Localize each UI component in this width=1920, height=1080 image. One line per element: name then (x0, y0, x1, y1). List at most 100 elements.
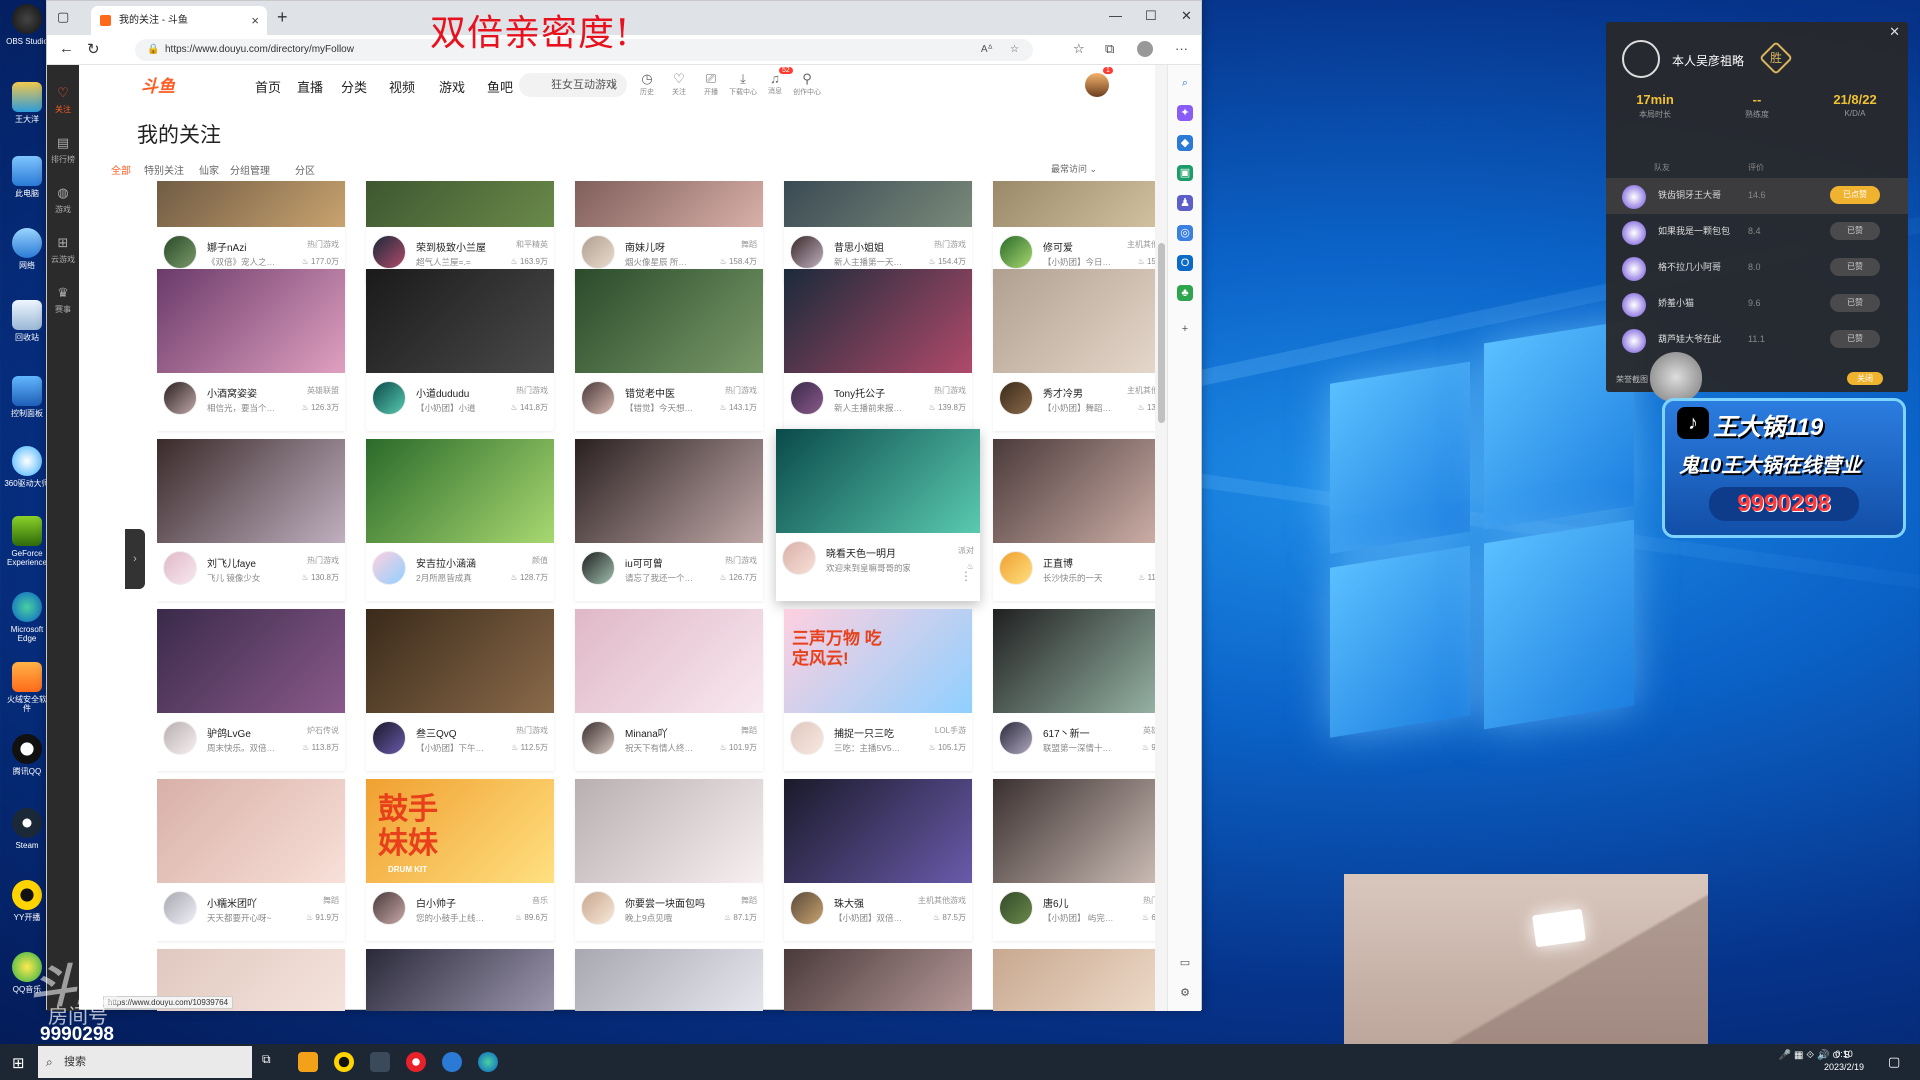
streamer-avatar[interactable] (581, 891, 615, 925)
follow-button[interactable]: ♡ 关注 (665, 71, 693, 97)
games-icon[interactable]: ♟ (1177, 195, 1193, 211)
edge-icon[interactable] (478, 1052, 498, 1072)
desktop-icon[interactable]: 控制面板 (4, 376, 50, 418)
stream-card[interactable]: ♨ (575, 949, 763, 1011)
download-button[interactable]: ⤓ 下载中心 (729, 71, 757, 97)
desktop-icon[interactable]: 网络 (4, 228, 50, 270)
taskbar-search[interactable]: ⌕ 搜索 (38, 1046, 252, 1078)
streamer-name[interactable]: 错觉老中医 (625, 385, 715, 400)
copilot-icon[interactable]: ✦ (1177, 105, 1193, 121)
search-input[interactable]: 狂女互动游戏 ⌕ (519, 73, 627, 97)
like-button[interactable]: 已点赞 (1830, 186, 1880, 204)
more-icon[interactable]: ··· (1175, 41, 1188, 56)
like-button[interactable]: 已赞 (1830, 330, 1880, 348)
stream-card[interactable]: iu可可曾 热门游戏 请忘了我还一个… ♨ 126.7万 (575, 439, 763, 601)
filter-zone[interactable]: 分区 (295, 162, 315, 177)
streamer-avatar[interactable] (581, 235, 615, 269)
streamer-avatar[interactable] (999, 721, 1033, 755)
streamer-avatar[interactable] (163, 551, 197, 585)
stream-thumbnail[interactable] (784, 949, 972, 1011)
streamer-name[interactable]: 南妹儿呀 (625, 239, 715, 254)
streamer-avatar[interactable] (163, 891, 197, 925)
collections-icon[interactable]: ⧉ (1105, 41, 1114, 57)
user-avatar[interactable] (1085, 73, 1109, 97)
desktop-icon[interactable]: 王大洋 (4, 82, 50, 124)
streamer-name[interactable]: 娜子nAzi (207, 239, 297, 254)
creator-button[interactable]: ⚲ 创作中心 (793, 71, 821, 97)
desktop-icon[interactable]: GeForce Experience (4, 516, 50, 567)
like-button[interactable]: 已赞 (1830, 258, 1880, 276)
nav-home[interactable]: 首页 (255, 77, 281, 96)
leftbar-collapse-button[interactable]: › (125, 529, 145, 589)
leftbar-rank[interactable]: ▤ 排行榜 (47, 135, 79, 165)
minimize-button[interactable]: — (1109, 8, 1122, 23)
stream-thumbnail[interactable] (784, 779, 972, 883)
filter-all[interactable]: 全部 (111, 162, 131, 177)
stream-thumbnail[interactable] (157, 181, 345, 227)
streamer-avatar[interactable] (790, 891, 824, 925)
streamer-avatar[interactable] (999, 551, 1033, 585)
streamer-name[interactable]: 捕捉一只三吃 (834, 725, 924, 740)
streamer-avatar[interactable] (163, 381, 197, 415)
favorite-icon[interactable]: ☆ (1010, 39, 1019, 61)
stream-thumbnail[interactable] (366, 609, 554, 713)
streamer-name[interactable]: iu可可曾 (625, 555, 715, 570)
desktop-icon[interactable]: Steam (4, 808, 50, 850)
sort-dropdown[interactable]: 最常访问 ⌄ (1051, 162, 1097, 175)
stream-card[interactable]: 小酒窝姿姿 英雄联盟 相信光，要当个… ♨ 126.3万 (157, 269, 345, 431)
streamer-avatar[interactable] (372, 891, 406, 925)
stream-thumbnail[interactable] (575, 609, 763, 713)
close-window-button[interactable]: ✕ (1181, 8, 1192, 24)
stream-card[interactable]: 正直博户外长沙快乐的一天♨ 114.0万 (993, 439, 1181, 601)
streamer-avatar[interactable] (790, 381, 824, 415)
stream-card[interactable]: 珠大强 主机其他游戏 【小奶团】双倍… ♨ 87.5万 (784, 779, 972, 941)
maximize-button[interactable]: ☐ (1145, 8, 1157, 24)
streamer-name[interactable]: 昔思小姐姐 (834, 239, 924, 254)
streamer-avatar[interactable] (999, 381, 1033, 415)
stream-thumbnail[interactable] (575, 949, 763, 1011)
add-icon[interactable]: + (1177, 321, 1193, 337)
broadcast-button[interactable]: ⎚ 开播 (697, 71, 725, 97)
stream-thumbnail[interactable] (993, 609, 1181, 713)
stream-card[interactable]: 你要尝一块面包吗 舞蹈 晚上9点见哦 ♨ 87.1万 (575, 779, 763, 941)
notification-icon[interactable]: ▢ (1888, 1054, 1900, 1070)
nav-yuba[interactable]: 鱼吧 (487, 77, 513, 96)
stream-thumbnail[interactable] (575, 779, 763, 883)
streamer-avatar[interactable] (372, 381, 406, 415)
streamer-avatar[interactable] (372, 721, 406, 755)
stream-thumbnail[interactable] (366, 269, 554, 373)
nav-category[interactable]: 分类 (341, 77, 367, 96)
stream-card[interactable]: 小道dududu 热门游戏 【小奶团】小道 ♨ 141.8万 (366, 269, 554, 431)
streamer-name[interactable]: 晓看天色一明月 (826, 545, 916, 560)
streamer-avatar[interactable] (782, 541, 816, 575)
streamer-name[interactable]: 唐6儿 (1043, 895, 1133, 910)
leftbar-match[interactable]: ♛ 赛事 (47, 285, 79, 315)
stream-card[interactable]: 安吉拉小涵涵 颜值 2月所愿皆成真 ♨ 128.7万 (366, 439, 554, 601)
stream-thumbnail[interactable] (575, 269, 763, 373)
streamer-avatar[interactable] (581, 721, 615, 755)
stream-card[interactable]: 错觉老中医 热门游戏 【错觉】今天想… ♨ 143.1万 (575, 269, 763, 431)
stream-thumbnail[interactable] (993, 439, 1181, 543)
streamer-avatar[interactable] (372, 551, 406, 585)
task-view-icon[interactable]: ⧉ (262, 1052, 282, 1072)
new-tab-button[interactable]: + (277, 7, 288, 28)
tools-icon[interactable]: ▣ (1177, 165, 1193, 181)
desktop-icon[interactable]: 火绒安全软件 (4, 662, 50, 713)
stream-thumbnail[interactable] (784, 269, 972, 373)
honor-screenshot-button[interactable]: 荣誉截图 (1616, 374, 1648, 385)
back-icon[interactable]: ← (59, 40, 74, 57)
stream-thumbnail[interactable] (993, 949, 1181, 1011)
stream-thumbnail[interactable] (575, 181, 763, 227)
refresh-icon[interactable]: ↻ (87, 40, 100, 58)
tab-actions-icon[interactable]: ▢ (57, 9, 69, 25)
message-button[interactable]: ♫ 消息 (761, 71, 789, 96)
stream-card[interactable]: 叁三QvQ 热门游戏 【小奶团】下午… ♨ 112.5万 (366, 609, 554, 771)
desktop-icon[interactable]: 腾讯QQ (4, 734, 50, 776)
leftbar-follow[interactable]: ♡ 关注 (47, 85, 79, 115)
streamer-avatar[interactable] (581, 551, 615, 585)
shopping-icon[interactable]: ◆ (1177, 135, 1193, 151)
streamer-name[interactable]: 小糯米团吖 (207, 895, 297, 910)
stream-card[interactable]: ♨ (993, 949, 1181, 1011)
profile-icon[interactable] (1137, 41, 1153, 57)
stream-thumbnail[interactable] (366, 949, 554, 1011)
